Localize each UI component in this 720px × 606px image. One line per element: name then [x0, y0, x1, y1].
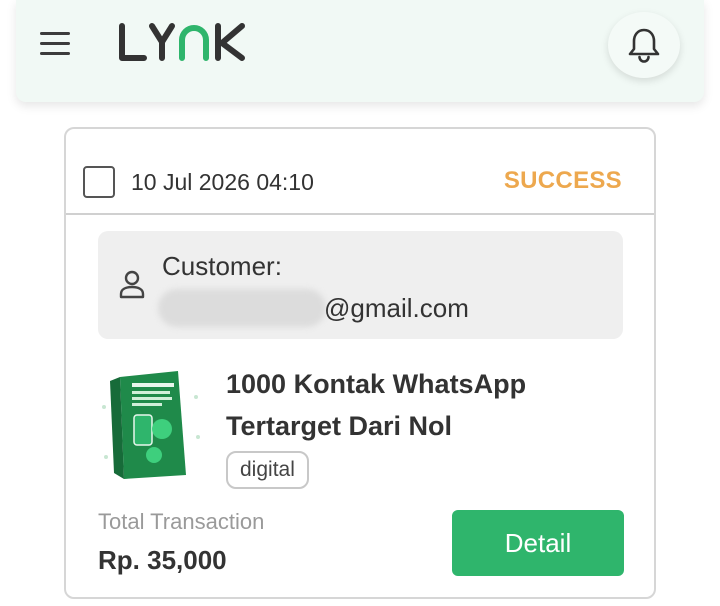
notification-button[interactable] — [608, 12, 680, 78]
lynk-logo-mark — [119, 23, 245, 61]
customer-info: Customer: @gmail.com — [98, 231, 623, 339]
detail-button[interactable]: Detail — [452, 510, 624, 576]
total-label: Total Transaction — [98, 509, 265, 534]
customer-email: @gmail.com — [324, 293, 469, 323]
customer-label: Customer: — [162, 251, 282, 281]
transaction-card-header: 10 Jul 2026 04:10 SUCCESS — [66, 129, 654, 215]
product-thumbnail[interactable] — [98, 367, 208, 485]
bell-icon — [628, 28, 660, 63]
user-icon — [119, 270, 145, 299]
menu-line — [40, 42, 70, 45]
product-title[interactable]: 1000 Kontak WhatsApp Tertarget Dari Nol — [226, 363, 626, 447]
menu-button[interactable] — [38, 28, 74, 60]
page-margin — [0, 0, 16, 606]
menu-line — [40, 32, 70, 35]
product-type-tag: digital — [226, 451, 309, 489]
transaction-card: 10 Jul 2026 04:10 SUCCESS Customer: @gma… — [64, 127, 656, 599]
status-badge: SUCCESS — [503, 167, 622, 194]
select-checkbox[interactable] — [83, 166, 115, 198]
redacted-email — [158, 289, 326, 327]
lynk-logo[interactable] — [118, 22, 250, 69]
total-value: Rp. 35,000 — [98, 545, 227, 575]
app-header — [16, 0, 704, 102]
menu-line — [40, 52, 70, 55]
transaction-date: 10 Jul 2026 04:10 — [131, 169, 314, 195]
